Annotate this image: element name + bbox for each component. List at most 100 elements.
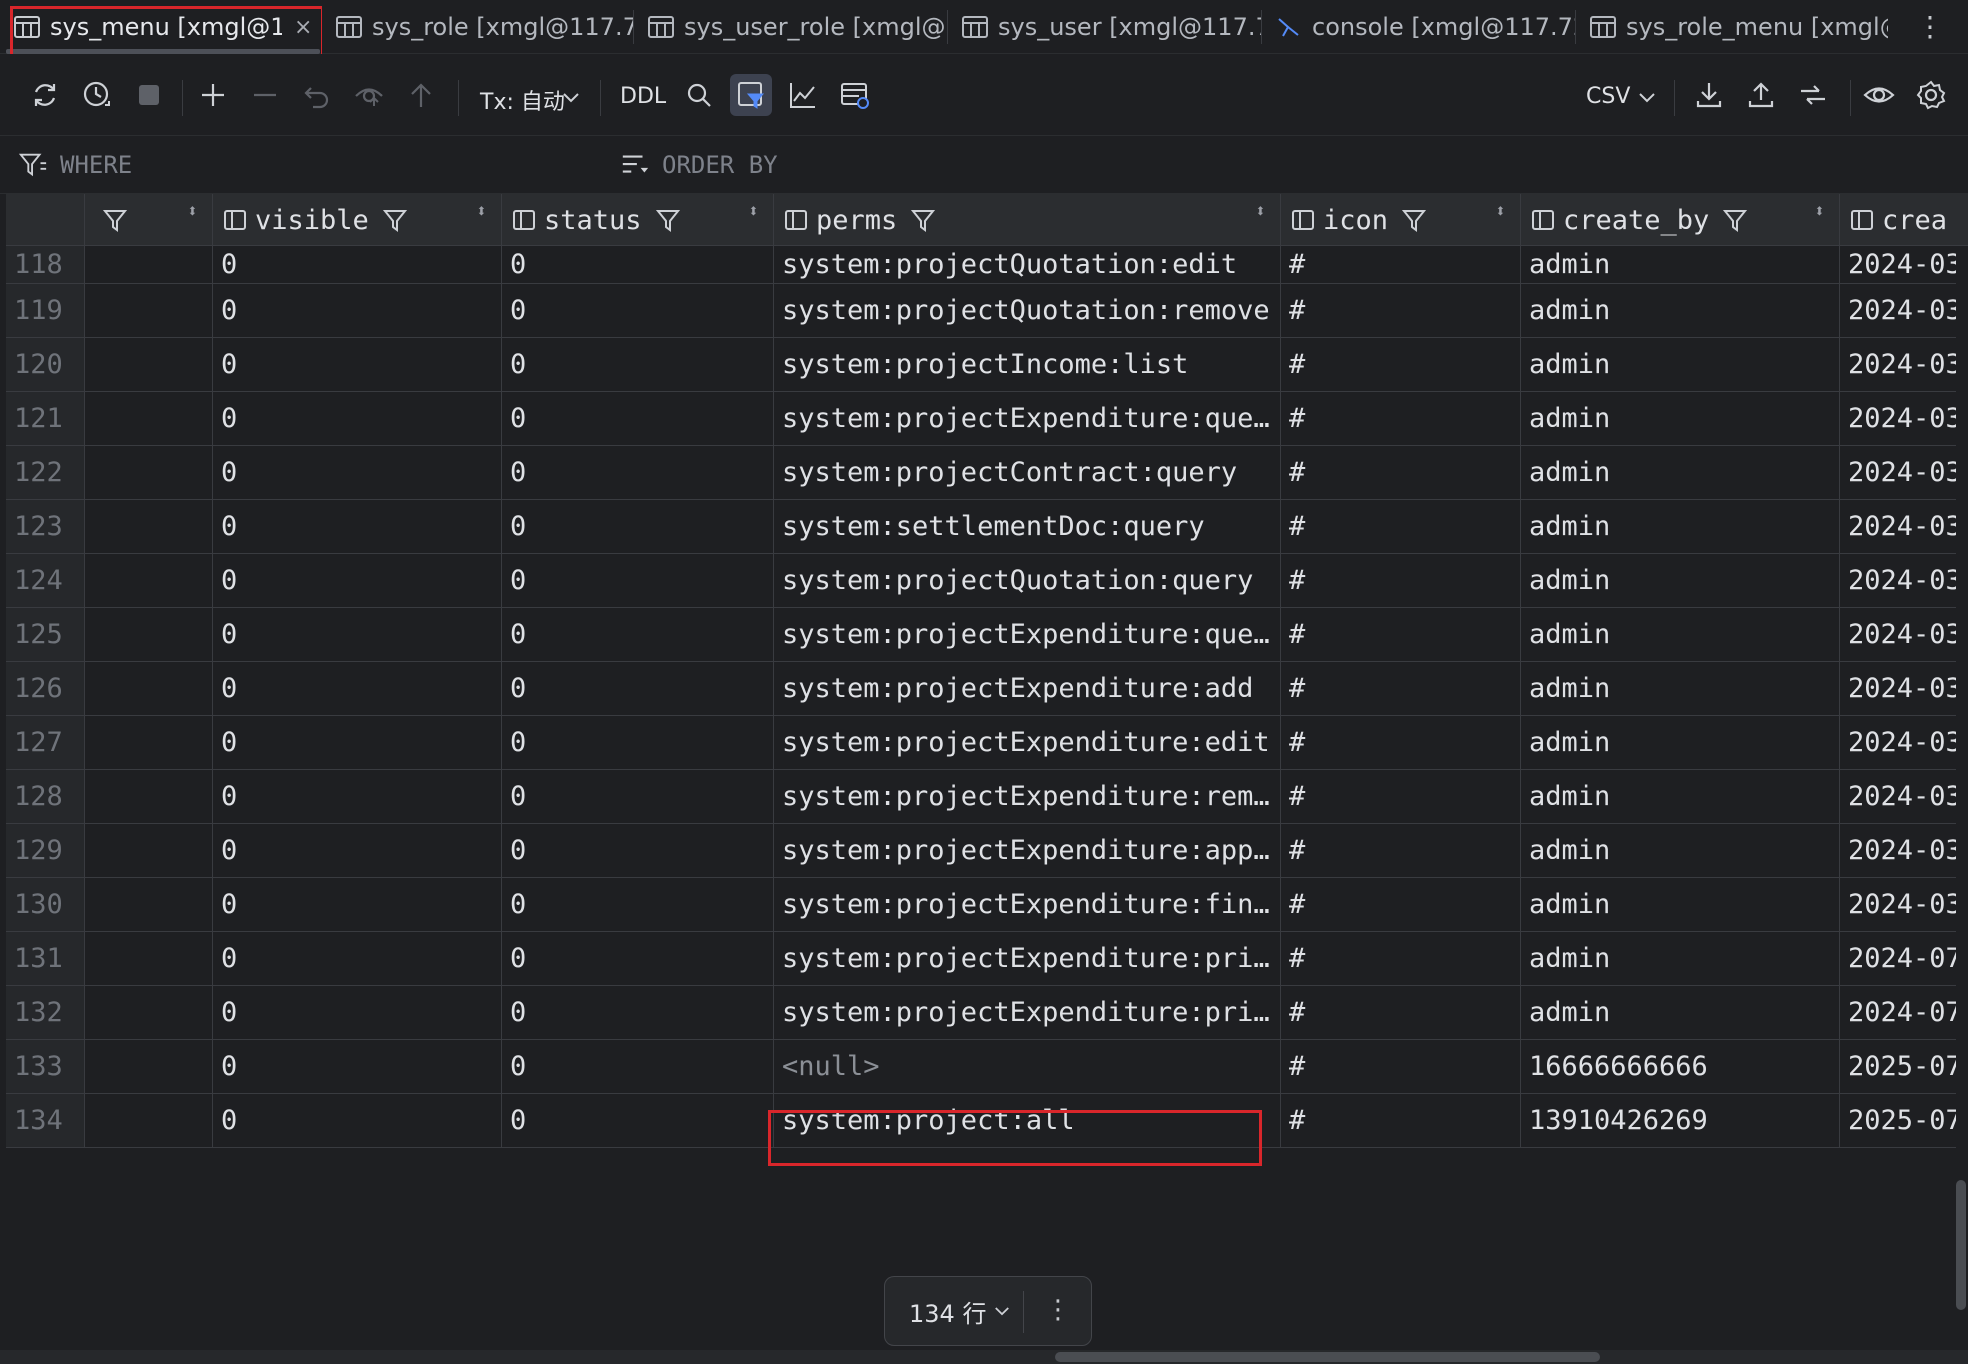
cell-visible[interactable]: 0 bbox=[213, 284, 502, 337]
cell-unnamed[interactable] bbox=[85, 554, 213, 607]
cell-status[interactable]: 0 bbox=[502, 986, 774, 1039]
cell-visible[interactable]: 0 bbox=[213, 1040, 502, 1093]
cell-visible[interactable]: 0 bbox=[213, 716, 502, 769]
cell-unnamed[interactable] bbox=[85, 824, 213, 877]
where-filter-input[interactable]: WHERE bbox=[18, 150, 132, 180]
tab-sys-user-role[interactable]: sys_user_role [xmgl@117.72 bbox=[634, 0, 948, 54]
table-row[interactable]: 132 0 0 system:projectExpenditure:pri… # admi… bbox=[6, 986, 1968, 1040]
history-button[interactable] bbox=[76, 74, 118, 116]
row-number[interactable]: 122 bbox=[6, 446, 85, 499]
cell-icon[interactable]: # bbox=[1281, 392, 1521, 445]
cell-create-by[interactable]: admin bbox=[1521, 824, 1840, 877]
cell-perms[interactable]: system:projectExpenditure:pri… bbox=[774, 986, 1281, 1039]
cell-visible[interactable]: 0 bbox=[213, 932, 502, 985]
row-number[interactable]: 118 bbox=[6, 246, 85, 283]
cell-status[interactable]: 0 bbox=[502, 608, 774, 661]
cell-perms[interactable]: system:projectContract:query bbox=[774, 446, 1281, 499]
table-row[interactable]: 130 0 0 system:projectExpenditure:fin… # admi… bbox=[6, 878, 1968, 932]
cell-status[interactable]: 0 bbox=[502, 932, 774, 985]
tab-console[interactable]: console [xmgl@117.72 bbox=[1262, 0, 1576, 54]
cell-unnamed[interactable] bbox=[85, 284, 213, 337]
cell-perms[interactable]: system:projectExpenditure:pri… bbox=[774, 932, 1281, 985]
cell-create-by[interactable]: 16666666666 bbox=[1521, 1040, 1840, 1093]
cell-create-time[interactable]: 2024-03 bbox=[1840, 246, 1968, 283]
cell-icon[interactable]: # bbox=[1281, 1040, 1521, 1093]
table-row[interactable]: 122 0 0 system:projectContract:query # admin 2… bbox=[6, 446, 1968, 500]
cell-status[interactable]: 0 bbox=[502, 662, 774, 715]
cell-perms[interactable]: system:project:all bbox=[774, 1094, 1281, 1147]
tab-sys-role[interactable]: sys_role [xmgl@117.72 bbox=[322, 0, 634, 54]
cell-create-time[interactable]: 2025-07 bbox=[1840, 1094, 1968, 1147]
compare-button[interactable] bbox=[1792, 74, 1834, 116]
cell-create-by[interactable]: admin bbox=[1521, 446, 1840, 499]
chart-button[interactable] bbox=[782, 74, 824, 116]
cell-icon[interactable]: # bbox=[1281, 338, 1521, 391]
row-number[interactable]: 123 bbox=[6, 500, 85, 553]
preview-pending-button[interactable] bbox=[348, 74, 390, 116]
cell-unnamed[interactable] bbox=[85, 246, 213, 283]
cell-icon[interactable]: # bbox=[1281, 932, 1521, 985]
cell-status[interactable]: 0 bbox=[502, 392, 774, 445]
cell-unnamed[interactable] bbox=[85, 770, 213, 823]
cell-perms[interactable]: system:projectQuotation:remove bbox=[774, 284, 1281, 337]
vertical-scrollbar[interactable] bbox=[1956, 246, 1968, 1310]
view-mode-button[interactable] bbox=[1858, 74, 1900, 116]
row-number[interactable]: 126 bbox=[6, 662, 85, 715]
cell-create-by[interactable]: admin bbox=[1521, 338, 1840, 391]
filter-icon[interactable] bbox=[103, 208, 127, 232]
tab-sys-role-menu[interactable]: sys_role_menu [xmgl@117.72 bbox=[1576, 0, 1888, 54]
cell-create-time[interactable]: 2024-03 bbox=[1840, 608, 1968, 661]
cell-unnamed[interactable] bbox=[85, 338, 213, 391]
cell-icon[interactable]: # bbox=[1281, 608, 1521, 661]
cell-unnamed[interactable] bbox=[85, 878, 213, 931]
cell-status[interactable]: 0 bbox=[502, 284, 774, 337]
cell-visible[interactable]: 0 bbox=[213, 662, 502, 715]
table-row[interactable]: 121 0 0 system:projectExpenditure:que… # admi… bbox=[6, 392, 1968, 446]
cell-create-time[interactable]: 2024-03 bbox=[1840, 878, 1968, 931]
table-row[interactable]: 134 0 0 system:project:all #13910426269 2025-… bbox=[6, 1094, 1968, 1148]
cell-visible[interactable]: 0 bbox=[213, 392, 502, 445]
row-number[interactable]: 130 bbox=[6, 878, 85, 931]
ddl-button[interactable]: DDL bbox=[620, 84, 666, 109]
row-number[interactable]: 120 bbox=[6, 338, 85, 391]
cell-icon[interactable]: # bbox=[1281, 662, 1521, 715]
row-number[interactable]: 134 bbox=[6, 1094, 85, 1147]
cell-status[interactable]: 0 bbox=[502, 1094, 774, 1147]
cell-create-time[interactable]: 2024-03 bbox=[1840, 392, 1968, 445]
cell-create-time[interactable]: 2024-03 bbox=[1840, 824, 1968, 877]
more-options-icon[interactable]: ⋮ bbox=[1045, 1295, 1071, 1325]
row-number[interactable]: 133 bbox=[6, 1040, 85, 1093]
cell-create-time[interactable]: 2024-03 bbox=[1840, 500, 1968, 553]
row-number[interactable]: 129 bbox=[6, 824, 85, 877]
cell-create-time[interactable]: 2024-03 bbox=[1840, 338, 1968, 391]
cell-status[interactable]: 0 bbox=[502, 246, 774, 283]
cell-create-by[interactable]: admin bbox=[1521, 500, 1840, 553]
column-header-perms[interactable]: perms ⬍ bbox=[774, 194, 1281, 246]
sort-icon[interactable]: ⬍ bbox=[748, 203, 759, 221]
search-button[interactable] bbox=[678, 74, 720, 116]
cell-status[interactable]: 0 bbox=[502, 878, 774, 931]
settings-button[interactable] bbox=[1910, 74, 1952, 116]
cell-visible[interactable]: 0 bbox=[213, 986, 502, 1039]
revert-button[interactable] bbox=[296, 74, 338, 116]
table-row[interactable]: 126 0 0 system:projectExpenditure:add # admin… bbox=[6, 662, 1968, 716]
cell-unnamed[interactable] bbox=[85, 716, 213, 769]
cell-create-by[interactable]: admin bbox=[1521, 662, 1840, 715]
cell-perms[interactable]: system:projectExpenditure:app… bbox=[774, 824, 1281, 877]
sort-icon[interactable]: ⬍ bbox=[1814, 203, 1825, 221]
upload-button[interactable] bbox=[1740, 74, 1782, 116]
cell-create-by[interactable]: admin bbox=[1521, 392, 1840, 445]
row-number[interactable]: 132 bbox=[6, 986, 85, 1039]
cell-perms[interactable]: system:projectExpenditure:fin… bbox=[774, 878, 1281, 931]
cell-status[interactable]: 0 bbox=[502, 338, 774, 391]
cell-create-time[interactable]: 2024-03 bbox=[1840, 554, 1968, 607]
cell-create-time[interactable]: 2024-03 bbox=[1840, 662, 1968, 715]
horizontal-scrollbar[interactable] bbox=[0, 1350, 1968, 1364]
row-number[interactable]: 125 bbox=[6, 608, 85, 661]
table-row[interactable]: 129 0 0 system:projectExpenditure:app… # admi… bbox=[6, 824, 1968, 878]
submit-button[interactable] bbox=[400, 74, 442, 116]
cell-icon[interactable]: # bbox=[1281, 824, 1521, 877]
table-row[interactable]: 127 0 0 system:projectExpenditure:edit # admi… bbox=[6, 716, 1968, 770]
cell-icon[interactable]: # bbox=[1281, 770, 1521, 823]
row-count-dropdown[interactable]: 134 行 bbox=[885, 1294, 1010, 1329]
